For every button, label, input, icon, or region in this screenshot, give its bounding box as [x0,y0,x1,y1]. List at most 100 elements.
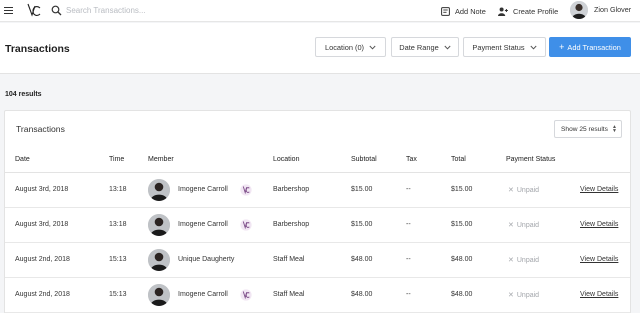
column-header-location[interactable]: Location [273,156,299,163]
add-user-icon [498,7,508,16]
date-range-filter-label: Date Range [399,42,439,52]
close-icon: ✕ [508,292,514,299]
cell-time: 15:13 [109,256,127,263]
payment-status-filter[interactable]: Payment Status [463,37,546,57]
add-note-button[interactable]: Add Note [441,5,486,17]
cell-location: Staff Meal [273,291,305,298]
brand-logo[interactable] [26,2,42,20]
view-details-link[interactable]: View Details [580,291,618,298]
cell-total: $48.00 [451,291,473,298]
table-row[interactable]: August 3rd, 2018 13:18 Imogene Carroll Barb… [5,173,630,208]
member-badge-icon [240,219,252,231]
status-label: Unpaid [516,186,540,194]
member-badge-icon [240,184,252,196]
close-icon: ✕ [508,257,514,264]
table-row[interactable]: August 2nd, 2018 15:13 Unique Daugherty Sta… [5,243,630,278]
cell-location: Barbershop [273,221,310,228]
date-range-filter[interactable]: Date Range [391,37,459,57]
location-filter-label: Location (0) [324,42,365,52]
status-label: Unpaid [516,221,540,229]
cell-total: $48.00 [451,256,473,263]
plus-icon: + [559,42,565,52]
cell-tax: -- [406,291,411,298]
cell-time: 13:18 [109,186,127,193]
column-header-subtotal[interactable]: Subtotal [351,156,377,163]
view-details-link[interactable]: View Details [580,186,618,193]
cell-location: Barbershop [273,186,310,193]
select-arrows-icon: ▲ ▼ [612,124,617,134]
cell-subtotal: $48.00 [351,291,373,298]
cell-subtotal: $48.00 [351,256,373,263]
hamburger-menu-icon[interactable] [4,7,13,15]
member-avatar-image [148,284,170,306]
member-badge [240,183,252,197]
status-badge: ✕ Unpaid [508,291,540,300]
table-row[interactable]: August 2nd, 2018 15:13 Imogene Carroll Staf… [5,278,630,313]
view-details-link[interactable]: View Details [580,256,618,263]
cell-date: August 3rd, 2018 [15,221,69,228]
cell-tax: -- [406,186,411,193]
column-header-payment-status[interactable]: Payment Status [506,156,555,163]
create-profile-button[interactable]: Create Profile [498,5,558,17]
member-avatar-image [148,249,170,271]
cell-total: $15.00 [451,221,473,228]
status-label: Unpaid [516,256,540,264]
cell-member[interactable]: Imogene Carroll [178,186,228,193]
member-avatar[interactable] [148,249,170,271]
cell-subtotal: $15.00 [351,221,373,228]
cell-time: 13:18 [109,221,127,228]
cell-member[interactable]: Unique Daugherty [178,256,234,263]
member-avatar[interactable] [148,284,170,306]
page-title: Transactions [5,43,70,55]
status-label: Unpaid [516,291,540,299]
column-header-time[interactable]: Time [109,156,124,163]
user-avatar[interactable] [570,1,588,19]
add-note-label: Add Note [455,6,486,16]
cell-subtotal: $15.00 [351,186,373,193]
cell-tax: -- [406,256,411,263]
column-header-tax[interactable]: Tax [406,156,417,163]
status-badge: ✕ Unpaid [508,186,540,195]
status-badge: ✕ Unpaid [508,221,540,230]
member-avatar[interactable] [148,214,170,236]
create-profile-label: Create Profile [513,6,559,16]
table-row[interactable]: August 3rd, 2018 13:18 Imogene Carroll Barb… [5,208,630,243]
member-badge [240,218,252,232]
chevron-down-icon [530,45,537,50]
close-icon: ✕ [508,222,514,229]
view-details-link[interactable]: View Details [580,221,618,228]
per-page-select[interactable]: Show 25 results ▲ ▼ [554,120,622,138]
results-count: 104 results [5,91,42,98]
user-name[interactable]: Zion Glover [594,5,631,14]
card-title: Transactions [16,124,65,134]
location-filter[interactable]: Location (0) [315,37,386,57]
status-badge: ✕ Unpaid [508,256,540,265]
cell-location: Staff Meal [273,256,305,263]
column-header-total[interactable]: Total [451,156,466,163]
transactions-card: Transactions Show 25 results ▲ ▼ Date Tim… [4,110,631,313]
per-page-value: Show 25 results [561,125,608,133]
search-input[interactable] [66,4,246,17]
chevron-down-icon [369,45,376,50]
search-icon[interactable] [51,5,62,16]
cell-tax: -- [406,221,411,228]
cell-date: August 3rd, 2018 [15,186,69,193]
member-avatar-image [148,214,170,236]
cell-member[interactable]: Imogene Carroll [178,291,228,298]
cell-date: August 2nd, 2018 [15,256,70,263]
member-badge [240,288,252,302]
member-badge-icon [240,289,252,301]
cell-date: August 2nd, 2018 [15,291,70,298]
member-avatar-image [148,179,170,201]
add-transaction-label: Add Transaction [567,42,621,52]
cell-time: 15:13 [109,291,127,298]
column-header-date[interactable]: Date [15,156,30,163]
cell-member[interactable]: Imogene Carroll [178,221,228,228]
column-header-member[interactable]: Member [148,156,174,163]
chevron-down-icon [444,45,451,50]
add-transaction-button[interactable]: + Add Transaction [549,37,631,57]
top-bar: Add Note Create Profile Zion Glover [0,0,640,22]
note-icon [441,6,450,16]
member-avatar[interactable] [148,179,170,201]
close-icon: ✕ [508,187,514,194]
